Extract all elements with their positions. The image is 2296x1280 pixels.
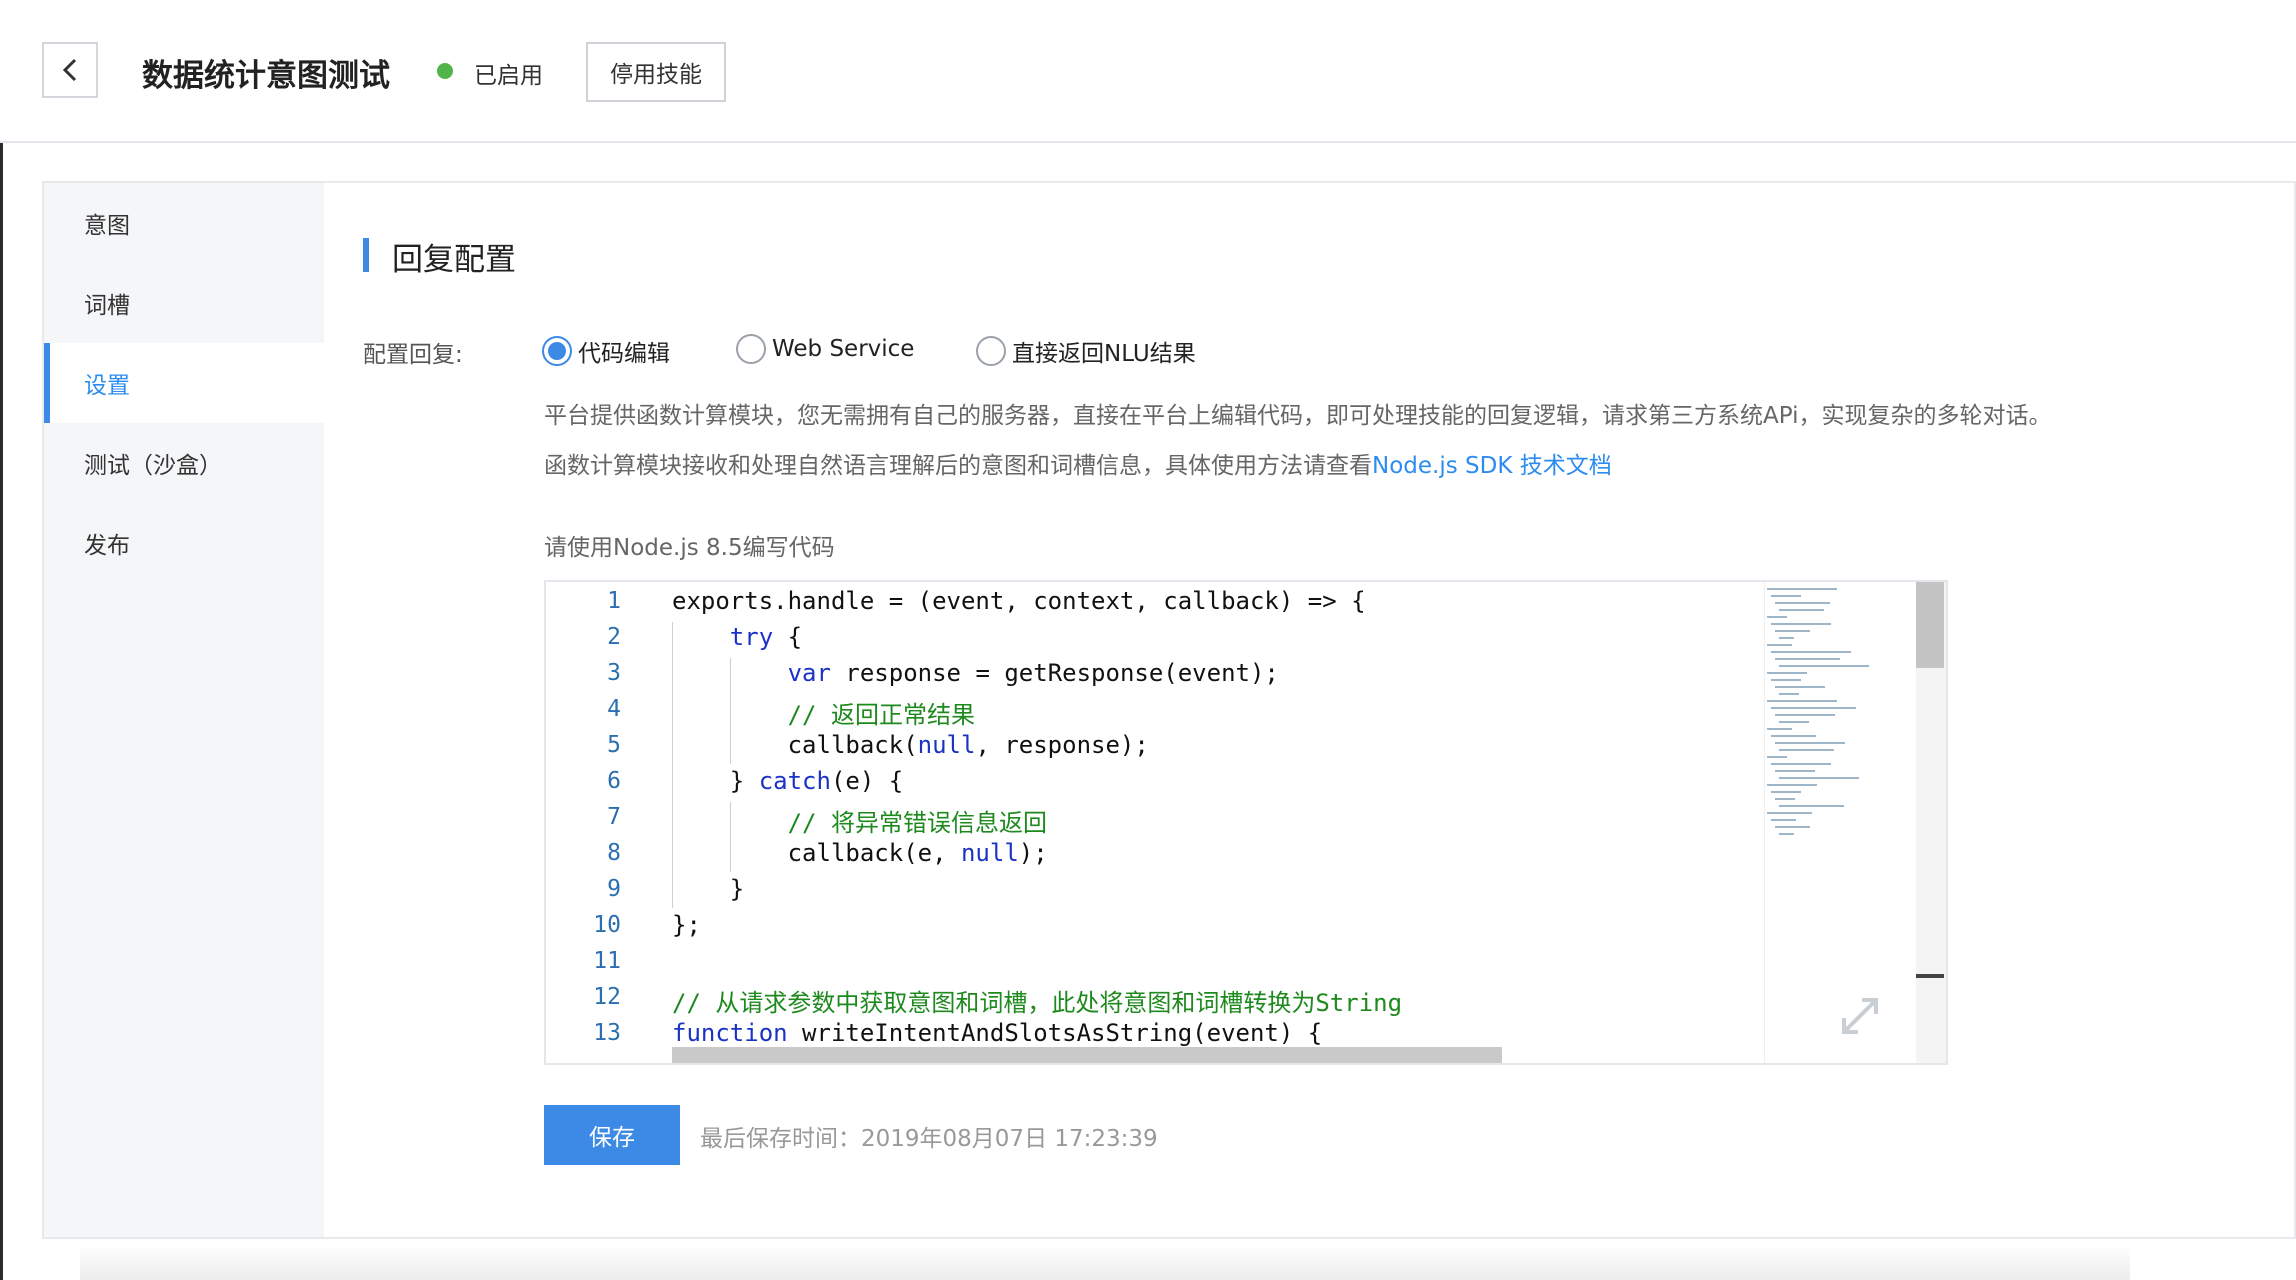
minimap-line <box>1767 728 1792 730</box>
minimap-line <box>1775 770 1815 772</box>
minimap-line <box>1779 777 1859 779</box>
minimap-line <box>1779 721 1809 723</box>
code-line-comment: // 将异常错误信息返回 <box>672 809 1047 837</box>
back-button[interactable] <box>42 42 98 98</box>
minimap-line <box>1775 630 1810 632</box>
status-dot <box>437 63 453 79</box>
minimap-line <box>1767 616 1787 618</box>
save-button[interactable]: 保存 <box>544 1105 680 1165</box>
minimap-line <box>1779 637 1794 639</box>
minimap-line <box>1767 672 1807 674</box>
code-line: } <box>672 875 745 903</box>
code-minimap[interactable] <box>1764 582 1915 1063</box>
radio-unchecked-icon <box>736 334 766 364</box>
code-line: exports.handle = (event, context, callba… <box>672 587 1366 615</box>
minimap-line <box>1771 791 1801 793</box>
minimap-line <box>1779 805 1844 807</box>
minimap-line <box>1779 693 1799 695</box>
window-edge <box>0 0 3 1280</box>
description-line-2: 函数计算模块接收和处理自然语言理解后的意图和词槽信息，具体使用方法请查看Node… <box>544 446 1612 480</box>
minimap-line <box>1779 609 1824 611</box>
minimap-line <box>1771 707 1856 709</box>
minimap-line <box>1767 784 1817 786</box>
minimap-line <box>1767 700 1837 702</box>
radio-checked-icon <box>542 336 572 366</box>
config-reply-label: 配置回复: <box>363 342 463 368</box>
code-line: try { <box>729 623 803 651</box>
description-text: 函数计算模块接收和处理自然语言理解后的意图和词槽信息，具体使用方法请查看 <box>544 453 1372 479</box>
description-line-1: 平台提供函数计算模块，您无需拥有自己的服务器，直接在平台上编辑代码，即可处理技能… <box>544 403 2052 429</box>
minimap-line <box>1771 735 1816 737</box>
minimap-line <box>1767 588 1837 590</box>
skill-title: 数据统计意图测试 <box>142 58 390 94</box>
code-line: } catch(e) { <box>672 767 904 795</box>
minimap-line <box>1771 651 1851 653</box>
sidebar-item-publish[interactable]: 发布 <box>44 503 324 583</box>
minimap-line <box>1779 749 1834 751</box>
section-accent-bar <box>363 238 369 272</box>
minimap-line <box>1771 623 1831 625</box>
minimap-line <box>1775 602 1830 604</box>
expand-icon[interactable] <box>1836 992 1884 1040</box>
radio-label: Web Service <box>772 336 915 362</box>
page-header: 数据统计意图测试 已启用 停用技能 <box>0 0 2296 143</box>
editor-scrollbar-thumb[interactable] <box>1916 582 1944 668</box>
sidebar-item-slots[interactable]: 词槽 <box>44 263 324 343</box>
minimap-line <box>1771 679 1801 681</box>
minimap-line <box>1775 742 1845 744</box>
last-saved-time: 最后保存时间：2019年08月07日 17:23:39 <box>700 1126 1158 1152</box>
radio-code-edit[interactable]: 代码编辑 <box>542 334 670 368</box>
code-line: function writeIntentAndSlotsAsString(eve… <box>672 1019 1323 1047</box>
radio-label: 代码编辑 <box>578 341 670 367</box>
bottom-shadow <box>80 1245 2130 1280</box>
sidebar: 意图 词槽 设置 测试（沙盒） 发布 <box>44 183 324 1237</box>
code-line: callback(e, null); <box>672 839 1048 867</box>
code-line: var response = getResponse(event); <box>787 659 1279 687</box>
code-editor[interactable]: 1 2 3 4 5 6 7 8 9 10 11 12 13 exports.ha… <box>544 580 1948 1065</box>
minimap-line <box>1775 714 1835 716</box>
status-badge: 已启用 <box>474 63 543 89</box>
sdk-doc-link[interactable]: Node.js SDK 技术文档 <box>1372 453 1612 479</box>
minimap-line <box>1767 812 1812 814</box>
minimap-line <box>1767 756 1787 758</box>
minimap-line <box>1775 826 1810 828</box>
section-title: 回复配置 <box>392 242 516 278</box>
sidebar-item-settings[interactable]: 设置 <box>44 343 324 423</box>
minimap-line <box>1771 595 1801 597</box>
minimap-line <box>1767 644 1792 646</box>
code-line-comment: // 从请求参数中获取意图和词槽，此处将意图和词槽转换为String <box>672 989 1403 1017</box>
radio-return-nlu[interactable]: 直接返回NLU结果 <box>976 334 1196 368</box>
nodejs-version-note: 请使用Node.js 8.5编写代码 <box>544 535 835 561</box>
minimap-line <box>1779 833 1794 835</box>
sidebar-item-test-sandbox[interactable]: 测试（沙盒） <box>44 423 324 503</box>
chevron-left-icon <box>62 58 77 82</box>
disable-skill-button[interactable]: 停用技能 <box>586 42 726 102</box>
minimap-line <box>1775 686 1825 688</box>
partial-line-overflow <box>672 1047 1502 1063</box>
code-line: }; <box>672 911 701 939</box>
minimap-line <box>1775 658 1840 660</box>
sidebar-item-intent[interactable]: 意图 <box>44 183 324 263</box>
code-line-comment: // 返回正常结果 <box>672 701 975 729</box>
code-area[interactable]: exports.handle = (event, context, callba… <box>546 582 1766 1063</box>
minimap-line <box>1771 819 1796 821</box>
radio-web-service[interactable]: Web Service <box>736 334 914 364</box>
minimap-line <box>1771 763 1831 765</box>
radio-unchecked-icon <box>976 336 1006 366</box>
code-line: callback(null, response); <box>672 731 1149 759</box>
minimap-line <box>1779 665 1869 667</box>
scroll-position-mark <box>1916 974 1944 978</box>
radio-label: 直接返回NLU结果 <box>1012 341 1196 367</box>
minimap-line <box>1775 798 1795 800</box>
